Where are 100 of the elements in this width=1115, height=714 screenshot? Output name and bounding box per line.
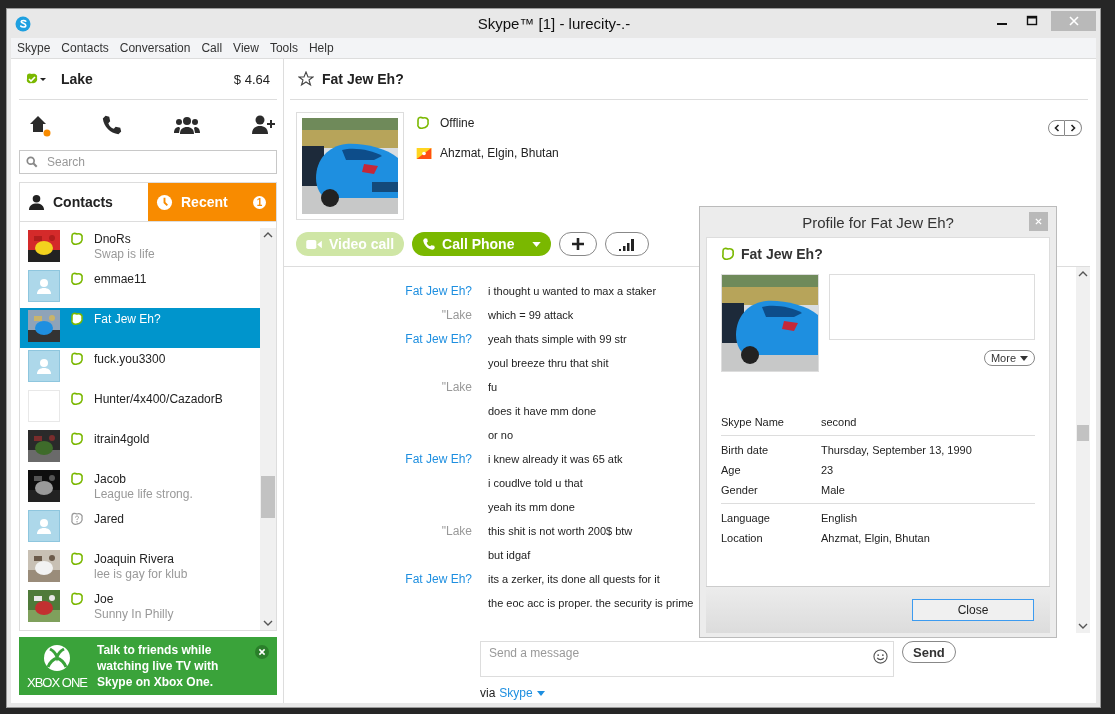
close-button[interactable]: Close [912, 599, 1034, 621]
message-text: i coudlve told u that [488, 477, 583, 489]
sender-name: "Lake [441, 524, 472, 538]
window-title: Skype™ [1] - lurecity-.- [476, 15, 632, 32]
clock-icon [156, 193, 173, 211]
via-label: via [480, 686, 496, 700]
group-icon[interactable] [173, 115, 201, 135]
contact-item[interactable]: fuck.you3300 [20, 348, 260, 388]
scroll-down-icon[interactable] [263, 620, 273, 626]
person-icon [28, 193, 45, 211]
avatar-placeholder-icon [28, 510, 60, 542]
send-button[interactable]: Send [902, 641, 956, 663]
menu-item[interactable]: Skype [17, 41, 51, 55]
scroll-thumb[interactable] [261, 476, 275, 518]
account-name: Lake [61, 71, 93, 87]
menu-item[interactable]: Help [308, 41, 334, 55]
location-text: Ahzmat, Elgin, Bhutan [440, 146, 559, 160]
phone-icon [422, 237, 437, 251]
field-value: 23 [821, 464, 834, 476]
scrollbar[interactable] [1076, 267, 1090, 633]
field-label: Language [721, 512, 771, 524]
profile-name: Fat Jew Eh? [741, 246, 823, 262]
menu-item[interactable]: Call [201, 41, 223, 55]
message-field[interactable]: Send a message [480, 641, 894, 677]
contact-item[interactable]: Joaquin Rivera lee is gay for klub [20, 548, 260, 588]
sender-name: "Lake [441, 308, 472, 322]
contact-item[interactable]: Jared [20, 508, 260, 548]
message-text: yeah its mm done [488, 501, 575, 513]
contact-item[interactable]: DnoRs Swap is life [20, 228, 260, 268]
contact-name: fuck.you3300 [94, 352, 166, 367]
mood-message: lee is gay for klub [94, 567, 188, 582]
skype-logo-icon [15, 15, 31, 32]
offline-status-icon [416, 116, 430, 130]
conversation-title: Fat Jew Eh? [322, 71, 404, 87]
signal-bars-icon [618, 237, 637, 251]
contact-item[interactable]: itrain4gold [20, 428, 260, 468]
sender-name: "Lake [441, 380, 472, 394]
sender-name: Fat Jew Eh? [405, 332, 472, 346]
message-text: which = 99 attack [488, 309, 574, 321]
add-button[interactable] [559, 232, 598, 256]
menu-item[interactable]: Conversation [119, 41, 191, 55]
more-button[interactable]: More [983, 350, 1035, 366]
avatar-placeholder-icon [28, 270, 60, 302]
scrollbar[interactable] [260, 228, 276, 630]
field-label: Skype Name [721, 416, 785, 428]
contact-item[interactable]: Jacob League life strong. [20, 468, 260, 508]
phone-icon[interactable] [101, 114, 123, 136]
scroll-thumb[interactable] [1077, 425, 1089, 441]
close-icon[interactable] [255, 645, 269, 659]
menu-item[interactable]: View [233, 41, 259, 55]
message-text: i thought u wanted to max a staker [488, 285, 657, 297]
menu-item[interactable]: Tools [269, 41, 298, 55]
search-field[interactable]: Search [19, 150, 277, 174]
field-value: English [821, 512, 858, 524]
contact-name: Jared [94, 512, 125, 527]
field-value: Thursday, September 13, 1990 [821, 444, 972, 456]
field-value: Ahzmat, Elgin, Bhutan [821, 532, 930, 544]
field-value: second [821, 416, 857, 428]
message-text: this shit is not worth 200$ btw [488, 525, 633, 537]
call-quality-button[interactable] [605, 232, 650, 256]
chevron-right-icon [1069, 124, 1077, 132]
emoji-icon[interactable] [873, 649, 888, 664]
field-label: Gender [721, 484, 759, 496]
sender-name: Fat Jew Eh? [405, 572, 472, 586]
scroll-up-icon[interactable] [1078, 271, 1088, 277]
count-badge: 1 [253, 195, 266, 209]
scroll-down-icon[interactable] [1078, 623, 1088, 629]
maximize-icon [1026, 15, 1038, 27]
contact-name: Joe [94, 592, 115, 607]
xbox-logo-icon [42, 642, 72, 673]
contact-item[interactable]: Joe Sunny In Philly [20, 588, 260, 628]
menu-item[interactable]: Contacts [61, 41, 109, 55]
contact-name: Jacob [94, 472, 128, 487]
chevron-left-icon [1052, 124, 1061, 132]
field-value: Male [821, 484, 845, 496]
plus-icon [571, 237, 586, 251]
sender-name: Fat Jew Eh? [405, 452, 472, 466]
mood-message: Sunny In Philly [94, 607, 174, 622]
scroll-up-icon[interactable] [263, 232, 273, 238]
next-button[interactable] [1065, 120, 1082, 136]
message-text: youl breeze thru that shit [488, 357, 609, 369]
contact-item[interactable]: Hunter/4x400/CazadorB [20, 388, 260, 428]
network-dropdown[interactable]: Skype [499, 686, 545, 700]
contact-item[interactable]: emmae11 [20, 268, 260, 308]
credit-balance: $ 4.64 [233, 71, 270, 87]
star-icon[interactable] [298, 71, 314, 87]
status-icon[interactable] [25, 72, 47, 86]
minimize-icon [997, 23, 1007, 25]
flag-icon [416, 147, 432, 159]
add-contact-icon[interactable] [251, 114, 277, 136]
field-label: Age [721, 464, 742, 476]
message-text: the eoc acc is proper. the security is prime [488, 597, 694, 609]
offline-status-icon [721, 247, 735, 261]
message-text: fu [488, 381, 498, 393]
dialog-title: Profile for Fat Jew Eh? [802, 213, 954, 231]
previous-button[interactable] [1048, 120, 1065, 136]
field-label: Location [721, 532, 764, 544]
field-label: Birth date [721, 444, 770, 456]
contact-name: emmae11 [94, 272, 147, 287]
close-icon [1035, 218, 1042, 225]
